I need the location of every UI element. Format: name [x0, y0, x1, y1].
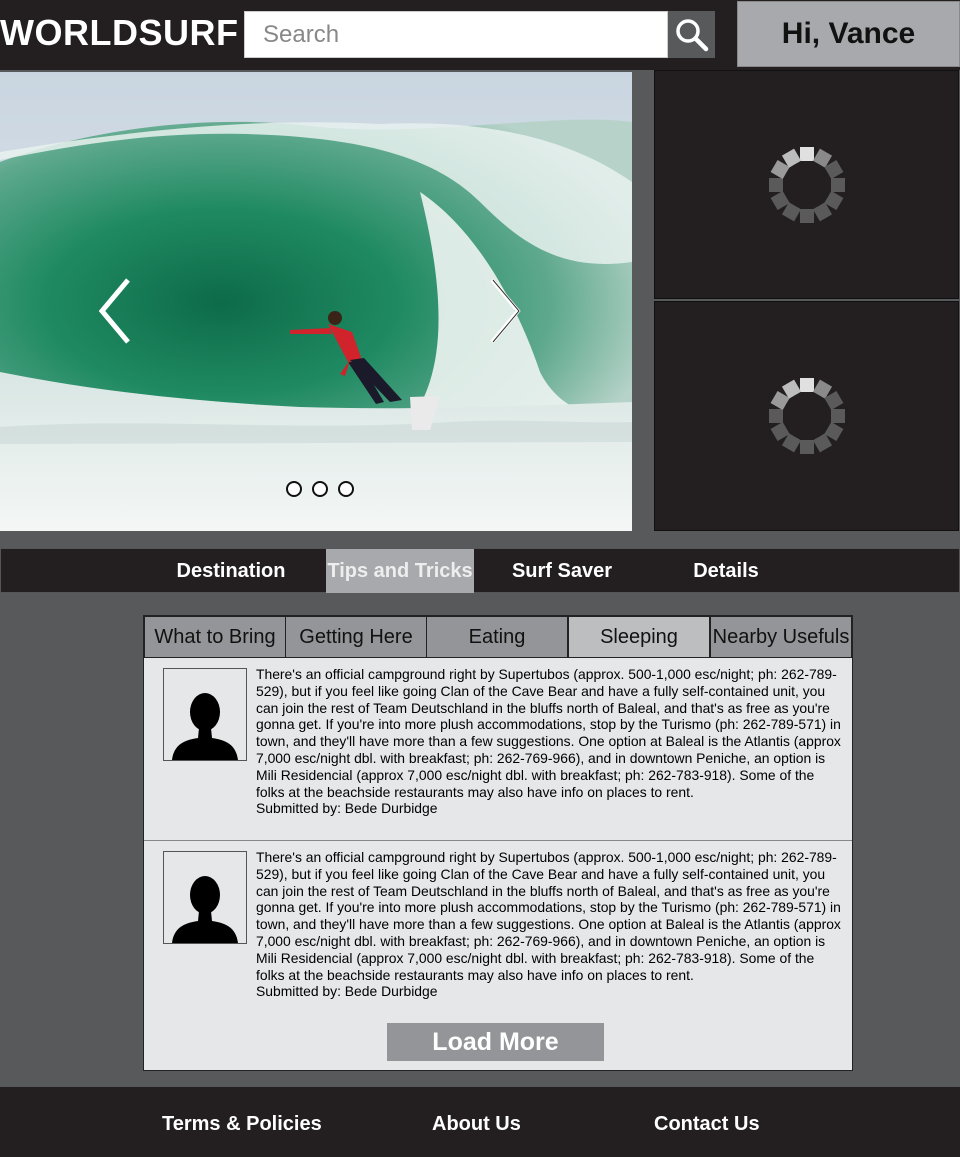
nav-destination[interactable]: Destination [161, 549, 301, 593]
tab-getting-here[interactable]: Getting Here [285, 616, 427, 658]
carousel-next-icon[interactable] [488, 278, 522, 344]
header: WORLDSURF Hi, Vance [0, 0, 960, 70]
sub-tabs: What to Bring Getting Here Eating Sleepi… [144, 616, 852, 658]
search-icon [675, 18, 708, 51]
loading-spinner-icon [768, 146, 845, 223]
list-item: There's an official campground right by … [144, 658, 852, 841]
carousel-prev-icon[interactable] [98, 278, 132, 344]
tab-what-to-bring[interactable]: What to Bring [144, 616, 286, 658]
user-silhouette-icon [172, 876, 238, 943]
hero-carousel [0, 72, 632, 531]
tab-eating[interactable]: Eating [426, 616, 568, 658]
tab-nearby-usefuls[interactable]: Nearby Usefuls [710, 616, 852, 658]
carousel-dot[interactable] [286, 481, 302, 497]
list-item: There's an official campground right by … [144, 841, 852, 1024]
load-more-button[interactable]: Load More [387, 1023, 604, 1061]
site-logo[interactable]: WORLDSURF [0, 12, 238, 54]
post-author: Submitted by: Bede Durbidge [256, 800, 438, 817]
user-silhouette-icon [172, 693, 238, 760]
carousel-dot[interactable] [312, 481, 328, 497]
main-nav: Destination Tips and Tricks Surf Saver D… [0, 548, 960, 593]
nav-tips-and-tricks[interactable]: Tips and Tricks [326, 549, 474, 593]
footer-link-terms[interactable]: Terms & Policies [162, 1113, 322, 1136]
avatar[interactable] [163, 668, 247, 761]
tab-sleeping[interactable]: Sleeping [568, 616, 710, 658]
surf-photo [0, 72, 632, 531]
post-text: There's an official campground right by … [256, 849, 841, 983]
post-body: There's an official campground right by … [256, 666, 846, 817]
user-greeting[interactable]: Hi, Vance [737, 1, 960, 67]
tips-content-panel: What to Bring Getting Here Eating Sleepi… [143, 615, 853, 1071]
loading-spinner-icon [768, 378, 845, 454]
footer-link-contact[interactable]: Contact Us [654, 1113, 760, 1136]
carousel-indicators [286, 481, 354, 497]
post-text: There's an official campground right by … [256, 666, 841, 800]
footer: Terms & Policies About Us Contact Us [0, 1087, 960, 1157]
side-panel-top [654, 70, 959, 299]
avatar[interactable] [163, 851, 247, 944]
nav-surf-saver[interactable]: Surf Saver [497, 549, 627, 593]
carousel-dot[interactable] [338, 481, 354, 497]
post-body: There's an official campground right by … [256, 849, 846, 1000]
footer-link-about[interactable]: About Us [432, 1113, 521, 1136]
search-button[interactable] [668, 11, 715, 58]
search-input[interactable] [244, 11, 668, 58]
nav-details[interactable]: Details [671, 549, 781, 593]
side-panel-bottom [654, 301, 959, 531]
post-author: Submitted by: Bede Durbidge [256, 983, 438, 1000]
